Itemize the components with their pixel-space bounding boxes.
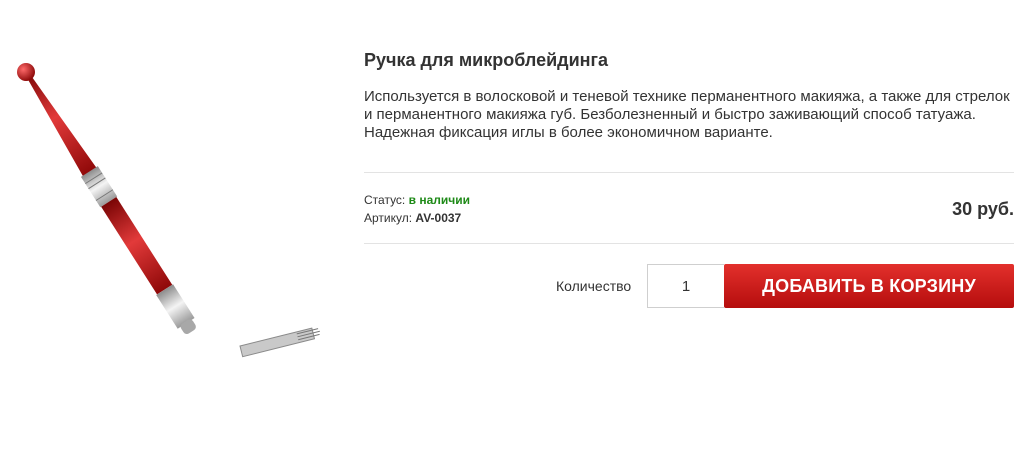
microblading-pen-icon	[17, 63, 320, 358]
quantity-label: Количество	[556, 278, 632, 294]
status-label: Статус:	[364, 193, 406, 207]
add-to-cart-button[interactable]: ДОБАВИТЬ В КОРЗИНУ	[724, 264, 1014, 308]
product-description: Используется в волосковой и теневой техн…	[364, 88, 1010, 141]
sku-row: Артикул: AV-0037	[364, 211, 461, 225]
status-row: Статус: в наличии	[364, 193, 470, 207]
quantity-input[interactable]	[647, 264, 724, 308]
sku-label: Артикул:	[364, 211, 413, 225]
divider	[364, 172, 1014, 173]
product-image	[0, 40, 340, 380]
product-price: 30 руб.	[952, 199, 1014, 219]
divider	[364, 243, 1014, 244]
product-title: Ручка для микроблейдинга	[364, 50, 609, 70]
sku-value: AV-0037	[415, 211, 462, 225]
status-badge: в наличии	[408, 193, 470, 207]
